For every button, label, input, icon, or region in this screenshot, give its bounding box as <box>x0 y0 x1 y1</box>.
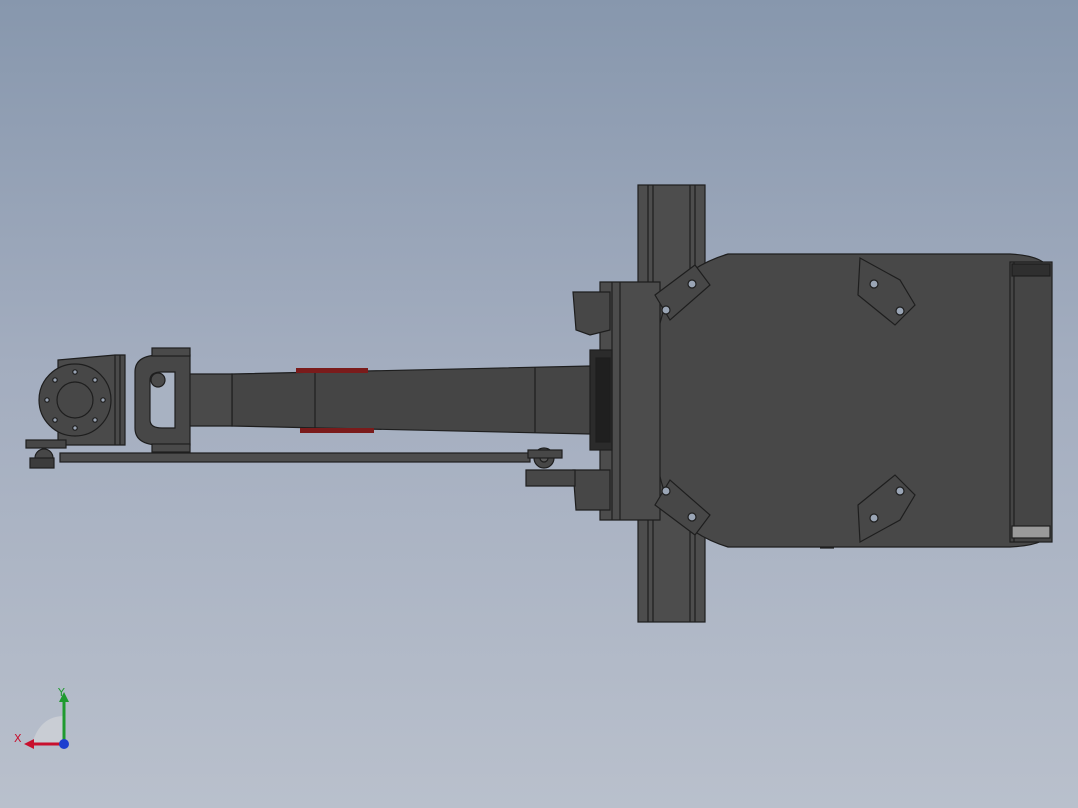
link-rod <box>25 439 576 487</box>
graphics-viewport[interactable]: X Y <box>0 0 1078 808</box>
x-axis-label: X <box>14 732 22 745</box>
robot-arm-model[interactable] <box>0 0 1078 808</box>
y-axis-label: Y <box>58 686 65 699</box>
elbow-clevis <box>134 347 233 453</box>
coordinate-triad: X Y <box>12 686 76 752</box>
wrist-housing <box>38 354 126 446</box>
upper-arm <box>231 365 591 435</box>
